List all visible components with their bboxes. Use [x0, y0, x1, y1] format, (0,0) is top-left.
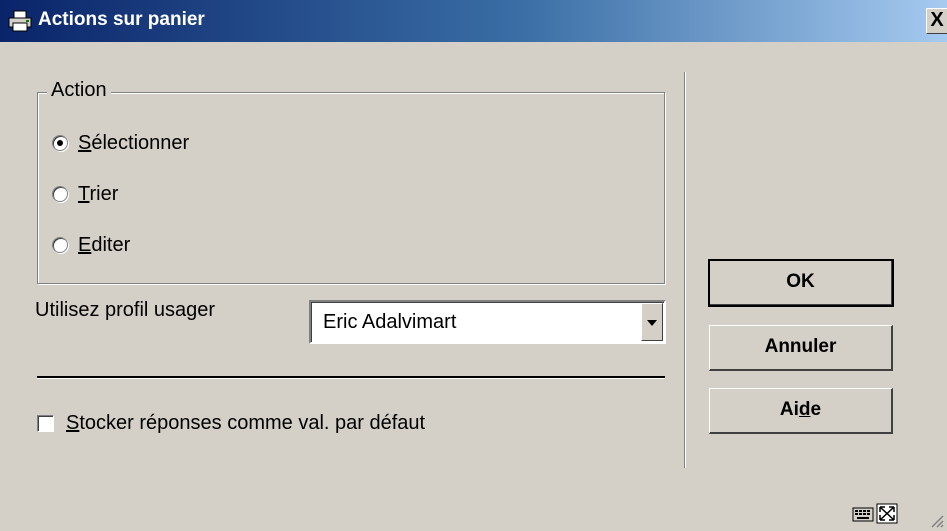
close-button[interactable]: X — [926, 8, 947, 34]
radio-label-editer: Editer — [78, 233, 131, 256]
radio-option-selectionner[interactable]: Sélectionner — [52, 130, 189, 156]
help-button[interactable]: Aide — [709, 388, 893, 434]
radio-button[interactable] — [52, 186, 68, 202]
cancel-button[interactable]: Annuler — [709, 325, 893, 371]
radio-label-trier: Trier — [78, 182, 119, 205]
profile-select-value: Eric Adalvimart — [323, 311, 457, 333]
title-bar: Actions sur panier X — [0, 0, 947, 42]
radio-button-selected[interactable] — [52, 135, 68, 151]
action-group — [37, 92, 665, 284]
radio-button[interactable] — [52, 237, 68, 253]
action-group-legend: Action — [47, 79, 111, 102]
chevron-down-icon[interactable] — [641, 303, 663, 341]
ok-button[interactable]: OK — [708, 259, 894, 307]
store-defaults-checkbox[interactable] — [37, 414, 54, 432]
keyboard-icon[interactable] — [852, 502, 874, 524]
printer-icon — [8, 10, 32, 32]
profile-select[interactable]: Eric Adalvimart — [309, 300, 666, 344]
vertical-divider — [684, 72, 686, 468]
resize-icon[interactable] — [876, 502, 898, 524]
window-title: Actions sur panier — [38, 9, 205, 30]
horizontal-divider — [37, 376, 665, 379]
radio-option-trier[interactable]: Trier — [52, 181, 118, 207]
store-defaults-option[interactable]: Stocker réponses comme val. par défaut — [37, 410, 425, 436]
radio-option-editer[interactable]: Editer — [52, 232, 130, 258]
size-grip-icon[interactable] — [928, 512, 944, 528]
profile-label: Utilisez profil usager — [35, 299, 216, 321]
radio-label-selectionner: Sélectionner — [78, 131, 190, 154]
store-defaults-label: Stocker réponses comme val. par défaut — [66, 411, 426, 434]
